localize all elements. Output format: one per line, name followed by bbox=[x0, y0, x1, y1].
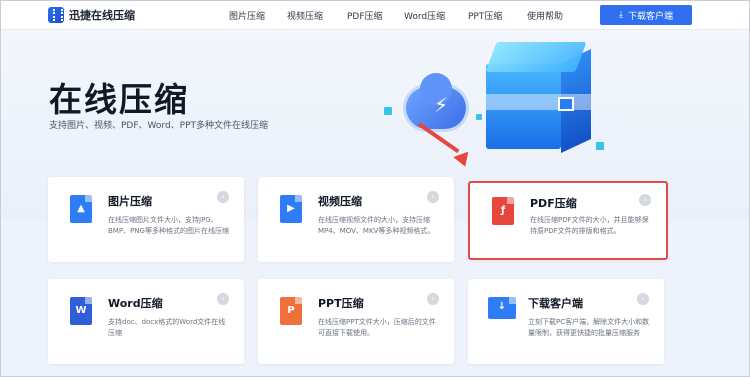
card-image-compress[interactable]: ▲ 图片压缩 在线压缩图片文件大小，支持JPG、BMP、PNG等多种格式的图片在… bbox=[48, 177, 244, 262]
monitor-download-icon: ↓ bbox=[488, 297, 516, 319]
deco-cube-icon bbox=[476, 114, 482, 120]
top-header: 迅捷在线压缩 图片压缩 视频压缩 PDF压缩 Word压缩 PPT压缩 使用帮助… bbox=[1, 1, 749, 30]
card-title: PPT压缩 bbox=[318, 297, 364, 310]
chevron-right-icon[interactable]: › bbox=[217, 191, 229, 203]
video-file-icon: ▶ bbox=[280, 195, 302, 223]
card-description: 在线压缩图片文件大小，支持JPG、BMP、PNG等多种格式的图片在线压缩 bbox=[108, 216, 229, 235]
nav-item-pdf[interactable]: PDF压缩 bbox=[347, 9, 383, 22]
card-description: 支持doc、docx格式的Word文件在线压缩 bbox=[108, 318, 226, 337]
cloud-icon: ⚡ bbox=[406, 73, 466, 129]
pdf-file-icon: ƒ bbox=[492, 197, 514, 225]
card-pdf-compress[interactable]: ƒ PDF压缩 在线压缩PDF文件的大小，并且能够保持原PDF文件的排版和格式。… bbox=[468, 181, 668, 260]
nav-item-help[interactable]: 使用帮助 bbox=[527, 9, 563, 22]
chevron-right-icon[interactable]: › bbox=[217, 293, 229, 305]
chevron-right-icon[interactable]: › bbox=[427, 191, 439, 203]
card-title: 图片压缩 bbox=[108, 195, 152, 208]
card-video-compress[interactable]: ▶ 视频压缩 在线压缩视频文件的大小，支持压缩MP4、MOV、MKV等多种视频格… bbox=[258, 177, 454, 262]
deco-cube-icon bbox=[596, 142, 604, 150]
download-client-label: 下载客户端 bbox=[627, 11, 673, 22]
ppt-file-icon: P bbox=[280, 297, 302, 325]
nav-item-image[interactable]: 图片压缩 bbox=[229, 9, 265, 22]
hero-title: 在线压缩 bbox=[49, 80, 189, 119]
cube-band bbox=[486, 94, 591, 110]
chevron-right-icon[interactable]: › bbox=[427, 293, 439, 305]
cube-top bbox=[485, 42, 587, 72]
chevron-right-icon[interactable]: › bbox=[639, 194, 651, 206]
cube-label-icon bbox=[558, 97, 574, 111]
card-description: 在线压缩视频文件的大小，支持压缩MP4、MOV、MKV等多种视频格式。 bbox=[318, 216, 435, 235]
lightning-icon: ⚡ bbox=[434, 93, 449, 117]
word-file-icon: W bbox=[70, 297, 92, 325]
deco-cube-icon bbox=[384, 107, 392, 115]
hero-subtitle: 支持图片、视频、PDF、Word、PPT多种文件在线压缩 bbox=[49, 121, 269, 131]
card-description: 立刻下载PC客户端，解除文件大小和数量限制，获得更快捷的批量压缩服务 bbox=[528, 318, 650, 337]
card-download-client[interactable]: ↓ 下载客户端 立刻下载PC客户端，解除文件大小和数量限制，获得更快捷的批量压缩… bbox=[468, 279, 664, 364]
card-title: 下载客户端 bbox=[528, 297, 583, 310]
download-client-button[interactable]: ⤓ 下载客户端 bbox=[600, 5, 692, 25]
card-title: PDF压缩 bbox=[530, 197, 577, 210]
compression-illustration: ⚡ bbox=[384, 42, 626, 167]
card-ppt-compress[interactable]: P PPT压缩 在线压缩PPT文件大小，压缩后的文件可直接下载使用。 › bbox=[258, 279, 454, 364]
card-description: 在线压缩PPT文件大小，压缩后的文件可直接下载使用。 bbox=[318, 318, 436, 337]
card-description: 在线压缩PDF文件的大小，并且能够保持原PDF文件的排版和格式。 bbox=[530, 216, 649, 235]
chevron-right-icon[interactable]: › bbox=[637, 293, 649, 305]
nav-item-ppt[interactable]: PPT压缩 bbox=[468, 9, 502, 22]
nav-item-word[interactable]: Word压缩 bbox=[404, 9, 445, 22]
nav-item-video[interactable]: 视频压缩 bbox=[287, 9, 323, 22]
card-title: 视频压缩 bbox=[318, 195, 362, 208]
card-title: Word压缩 bbox=[108, 297, 163, 310]
download-icon: ⤓ bbox=[619, 10, 623, 20]
image-file-icon: ▲ bbox=[70, 195, 92, 223]
card-word-compress[interactable]: W Word压缩 支持doc、docx格式的Word文件在线压缩 › bbox=[48, 279, 244, 364]
